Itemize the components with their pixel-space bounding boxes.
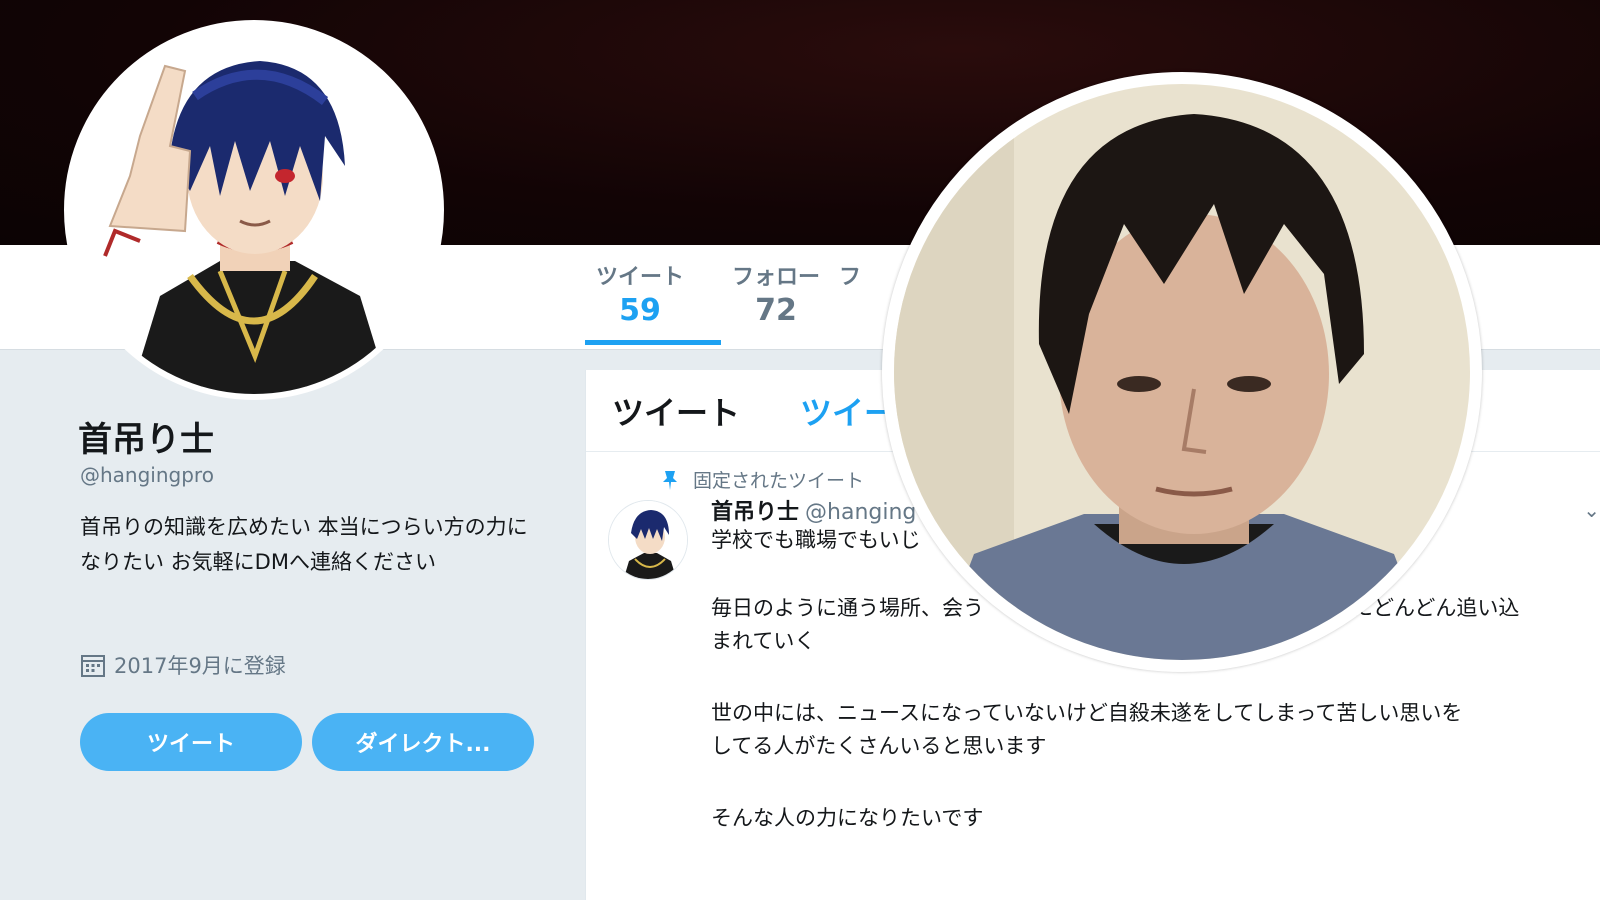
nav-followers-label: フ [838,265,861,290]
pinned-text: 固定されたツイート [693,470,865,492]
portrait-photo-overlay [882,72,1482,672]
profile-bio: 首吊りの知識を広めたい 本当につらい方の力になりたい お気軽にDMへ連絡ください [80,515,528,574]
calendar-icon [81,655,105,677]
profile-avatar[interactable] [64,20,444,400]
nav-tweets-label: ツイート [595,265,684,290]
nav-tweets-count: 59 [619,293,661,328]
tweet-line-1: 学校でも職場でもいじ [711,528,921,552]
chevron-down-icon[interactable]: ⌄ [1583,498,1600,522]
tweet-header: 首吊り士 @hanging [711,494,916,526]
tweet-avatar[interactable] [608,500,688,580]
tweet-line-6: そんな人の力になりたいです [711,806,984,830]
profile-name: 首吊り士 [78,420,214,460]
tab-tweets-replies[interactable]: ツイー [800,388,896,434]
tweet-line-5: してる人がたくさんいると思います [711,734,1047,758]
join-date: 2017年9月に登録 [114,654,286,678]
tweet-line-3: まれていく [711,629,816,653]
tweet-line-4: 世の中には、ニュースになっていないけど自殺未遂をしてしまって苦しい思いを [711,701,1463,725]
nav-followers[interactable]: フ [820,259,880,291]
pinned-tweet-label: 固定されたツイート [661,466,864,493]
tab-tweets[interactable]: ツイート [612,388,740,434]
direct-message-button[interactable]: ダイレクト... [312,713,534,771]
nav-following-count: 72 [755,293,797,328]
person-portrait-photo-icon [894,84,1470,660]
tweet-author-handle[interactable]: @hanging [805,500,916,525]
nav-tweets[interactable]: ツイート 59 [570,259,710,328]
tweet-author-name[interactable]: 首吊り士 [711,500,799,525]
anime-character-avatar-small-icon [609,501,687,579]
tweet-button[interactable]: ツイート [80,713,302,771]
tweet-line-2: 毎日のように通う場所、会う [711,596,984,620]
pin-icon [663,470,677,490]
anime-character-avatar-icon [70,26,438,394]
nav-active-underline [585,340,721,345]
join-date-row: 2017年9月に登録 [80,650,286,680]
profile-handle[interactable]: @hangingpro [80,463,214,487]
